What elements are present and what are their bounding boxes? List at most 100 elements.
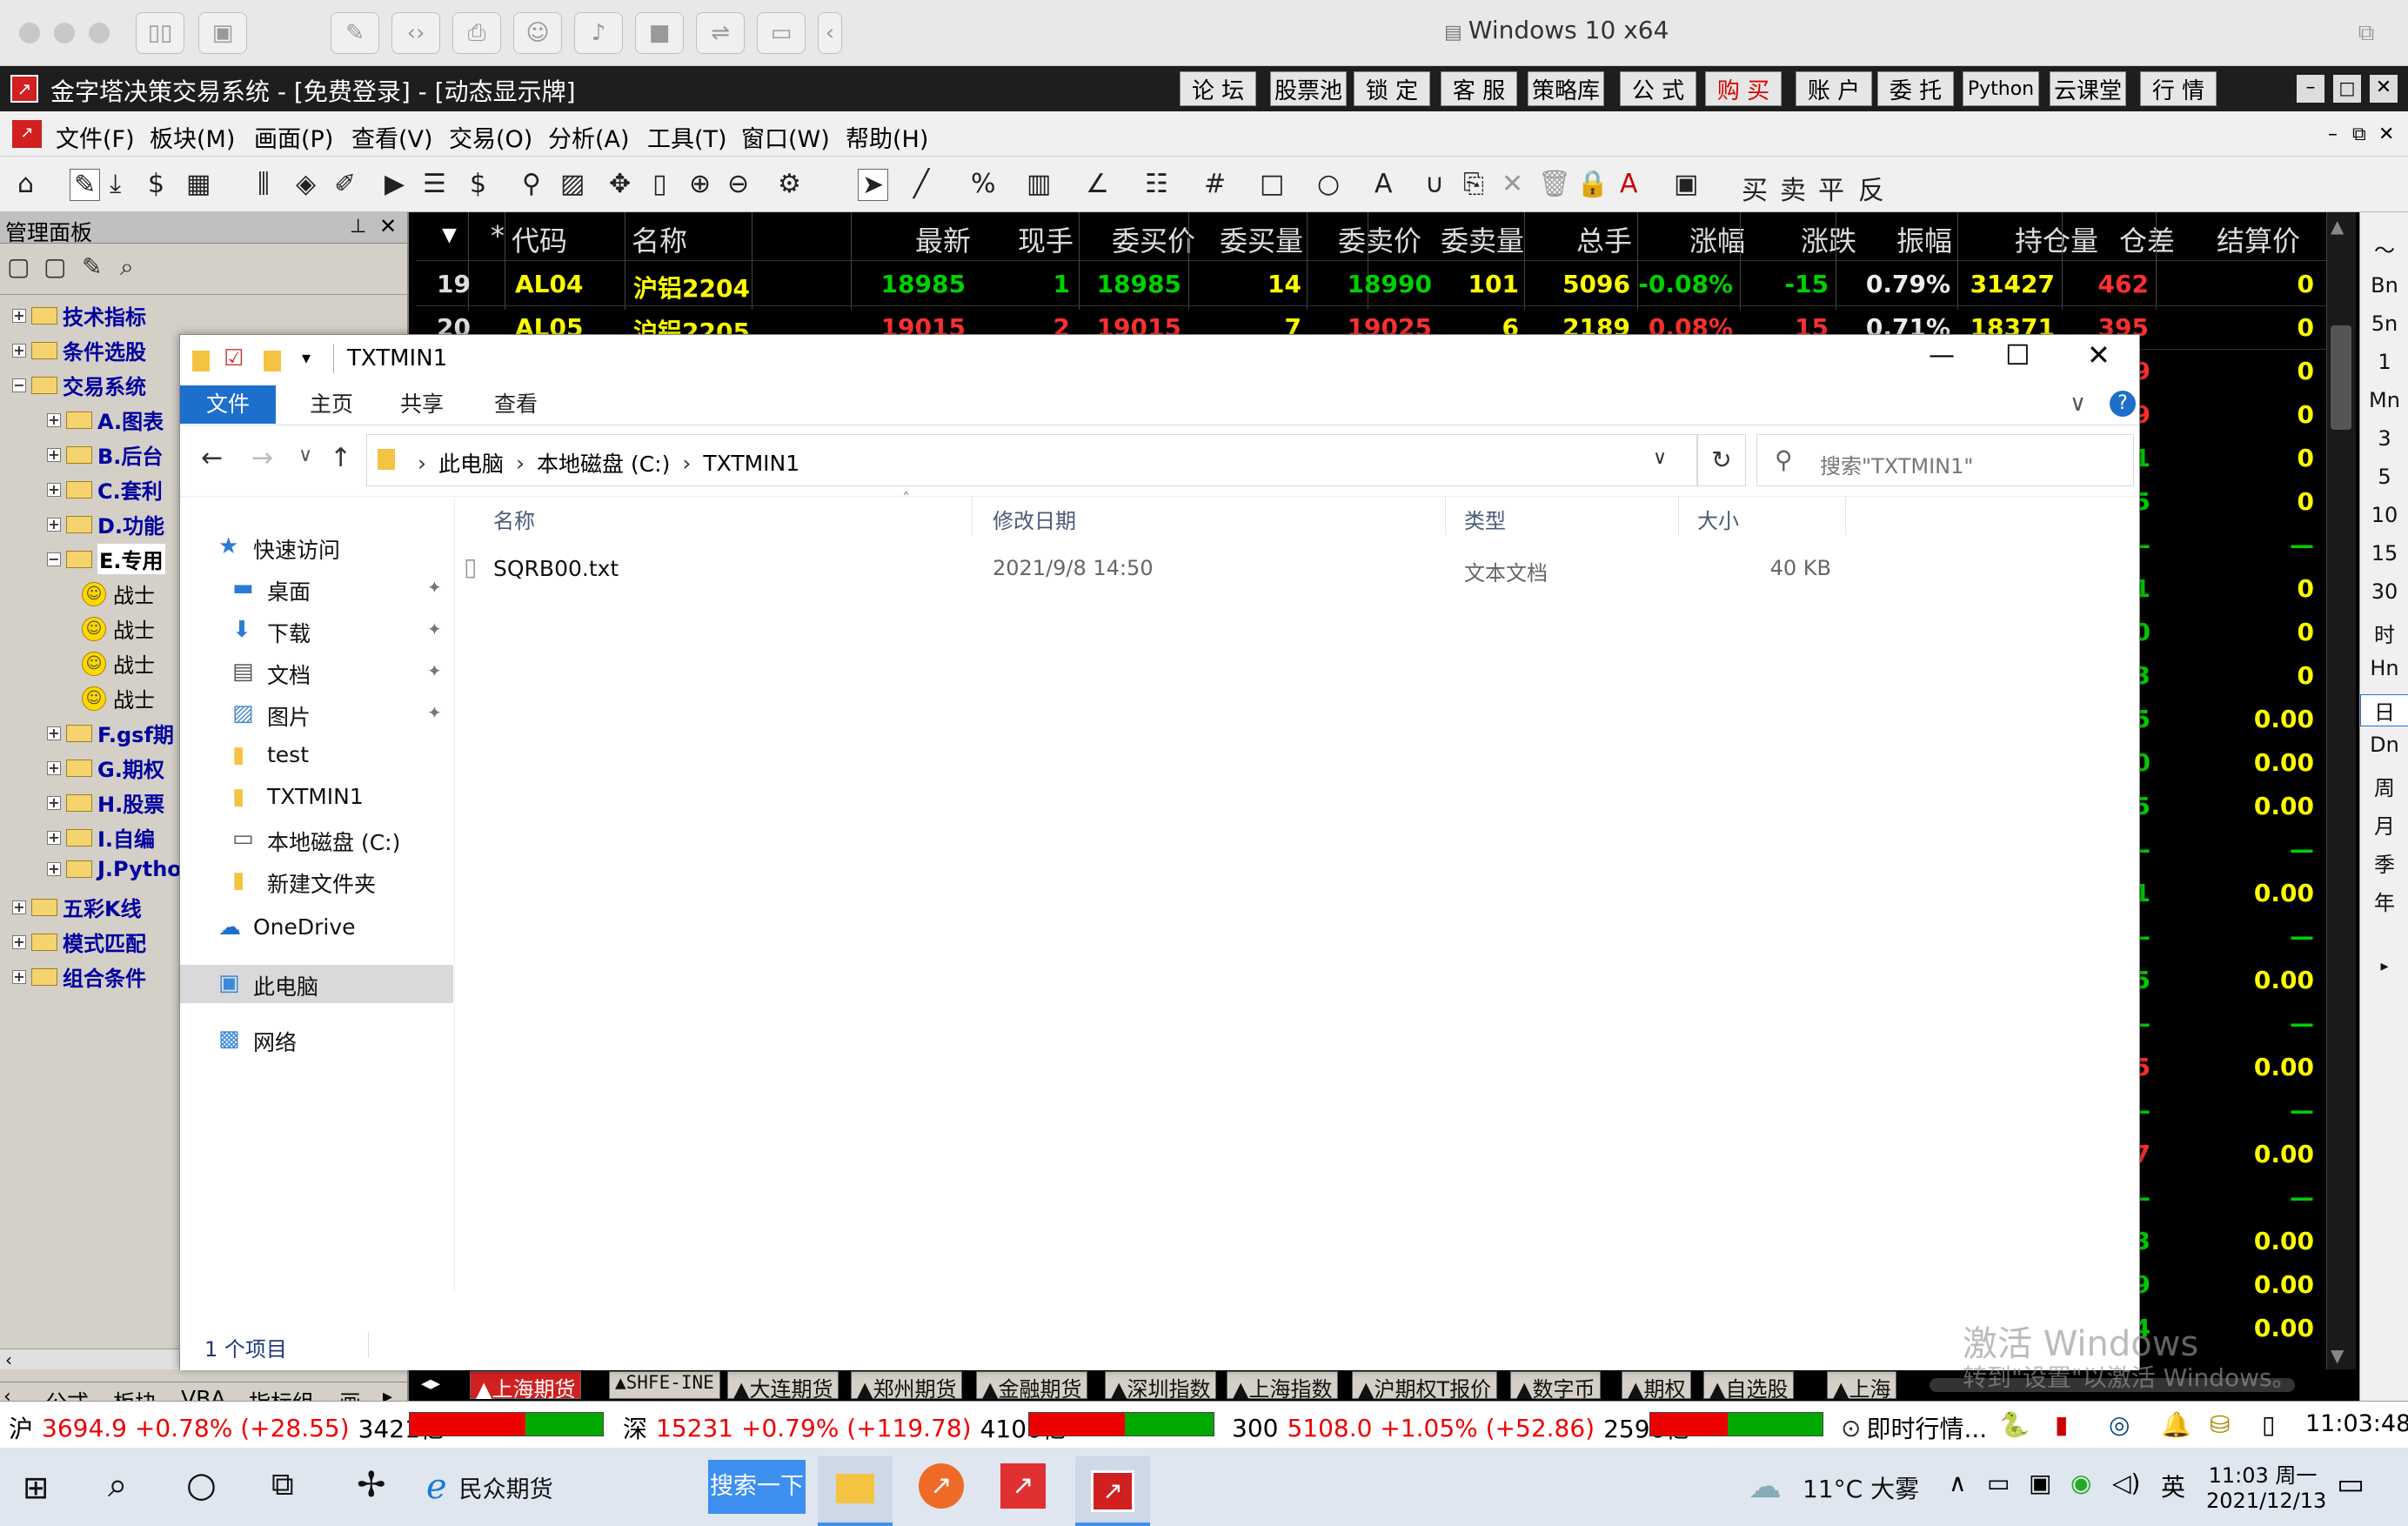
column-header[interactable]: 仓差 bbox=[2119, 219, 2175, 259]
tray-expand-icon[interactable]: ∧ bbox=[1949, 1469, 1967, 1497]
breadcrumb-chevron-icon[interactable]: › bbox=[418, 451, 426, 476]
properties-icon[interactable]: ☑ bbox=[224, 345, 244, 371]
period-button[interactable]: Bn bbox=[2360, 273, 2408, 298]
mdi-restore-icon[interactable]: ⧉ bbox=[2352, 124, 2366, 145]
top-button-1[interactable]: 股票池 bbox=[1270, 71, 1347, 106]
quote-row[interactable]: 19 AL04 沪铝2204 18985 1 18985 14 18990 101 5096 -0.… bbox=[416, 264, 2326, 306]
network-tray-icon[interactable]: ▣ bbox=[2029, 1469, 2051, 1497]
breadcrumb-chevron-icon[interactable]: › bbox=[682, 451, 691, 476]
column-header[interactable]: 名称 bbox=[632, 219, 687, 259]
tree-item[interactable]: + C.套利 bbox=[47, 474, 163, 505]
period-button[interactable]: 月 bbox=[2360, 809, 2408, 840]
zoom-dot[interactable] bbox=[89, 23, 110, 44]
market-tab-3[interactable]: ▲郑州期货 bbox=[851, 1371, 963, 1402]
qat-dropdown-icon[interactable]: ▾ bbox=[302, 347, 311, 368]
column-header[interactable]: 总手 bbox=[1576, 219, 1632, 259]
menu-item-1[interactable]: 板块(M) bbox=[150, 120, 235, 154]
circle-icon[interactable]: ○ bbox=[1317, 169, 1340, 199]
clock[interactable]: 11:03 周一 2021/12/13 bbox=[2206, 1458, 2326, 1513]
sidebar-icon[interactable]: ▯▯ bbox=[136, 12, 184, 54]
task-view-icon[interactable]: ⧉ bbox=[271, 1467, 294, 1503]
nav-item[interactable]: ▤ 文档 ✦ bbox=[180, 653, 453, 692]
period-button[interactable]: Dn bbox=[2360, 733, 2408, 757]
nav-item[interactable]: ★ 快速访问 bbox=[180, 528, 453, 566]
move-icon[interactable]: ✥ bbox=[609, 169, 631, 199]
wrench-icon[interactable]: ✎ bbox=[331, 12, 379, 54]
nav-item[interactable]: ▨ 图片 ✦ bbox=[180, 695, 453, 733]
period-button[interactable]: 季 bbox=[2360, 847, 2408, 878]
pyramid-task-icon[interactable]: ↗ bbox=[1075, 1456, 1150, 1526]
expand-icon[interactable]: + bbox=[47, 862, 61, 876]
text-icon[interactable]: A bbox=[1375, 169, 1393, 199]
tree-item[interactable]: + F.gsf期 bbox=[47, 718, 174, 748]
money-icon[interactable]: $ bbox=[148, 169, 164, 199]
address-bar[interactable]: › 此电脑 › 本地磁盘 (C:) › TXTMIN1 ∨ bbox=[366, 434, 1697, 486]
filter-icon[interactable]: ⚲ bbox=[522, 169, 541, 199]
column-header[interactable]: 涨幅 bbox=[1689, 219, 1745, 259]
market-tab-9[interactable]: ▲期权 bbox=[1622, 1371, 1692, 1402]
expand-icon[interactable]: + bbox=[12, 308, 26, 323]
tree-item[interactable]: + B.后台 bbox=[47, 439, 163, 470]
address-dropdown-icon[interactable]: ∨ bbox=[1653, 447, 1667, 469]
buy-icon[interactable]: 买 bbox=[1742, 169, 1768, 207]
column-header[interactable]: 委买价 bbox=[1112, 219, 1195, 259]
search-box[interactable]: ⚲ 搜索"TXTMIN1" bbox=[1756, 434, 2134, 486]
dropdown-icon[interactable]: ▼ bbox=[442, 224, 457, 246]
weather-text[interactable]: 11°C 大雾 bbox=[1803, 1470, 1919, 1505]
period-button[interactable]: 5 bbox=[2360, 465, 2408, 489]
top-button-0[interactable]: 论 坛 bbox=[1180, 71, 1256, 106]
tree-item[interactable]: ☺ 战士 bbox=[82, 613, 155, 644]
back-arrow-icon[interactable]: ← bbox=[201, 443, 223, 473]
menu-item-6[interactable]: 工具(T) bbox=[647, 120, 727, 154]
delete-icon[interactable]: ✕ bbox=[1502, 169, 1523, 199]
forward-arrow-icon[interactable]: → bbox=[251, 443, 273, 473]
expand-icon[interactable]: + bbox=[47, 482, 61, 497]
c300-index[interactable]: 5108.0 +1.05% (+52.86) bbox=[1287, 1414, 1595, 1442]
tree-item[interactable]: − E.专用 bbox=[47, 544, 165, 574]
edit-icon[interactable]: ✐ bbox=[334, 169, 356, 199]
expand-icon[interactable]: + bbox=[12, 969, 26, 984]
column-header[interactable]: 委卖量 bbox=[1441, 219, 1524, 259]
tree-item[interactable]: + I.自编 bbox=[47, 822, 155, 853]
grid-icon[interactable]: ▦ bbox=[186, 169, 211, 199]
column-header[interactable]: 最新 bbox=[915, 219, 971, 259]
top-button-8[interactable]: 委 托 bbox=[1877, 71, 1954, 106]
search-button[interactable]: 搜索一下 bbox=[708, 1460, 806, 1514]
tree-item[interactable]: + 模式匹配 bbox=[12, 927, 146, 957]
top-button-4[interactable]: 策略库 bbox=[1528, 71, 1604, 106]
menu-item-4[interactable]: 交易(O) bbox=[449, 120, 532, 154]
menu-item-8[interactable]: 帮助(H) bbox=[846, 120, 928, 154]
maximize-icon[interactable]: ☐ bbox=[2005, 338, 2030, 371]
close-icon[interactable]: ✕ bbox=[2370, 75, 2398, 103]
menu-item-2[interactable]: 画面(P) bbox=[254, 120, 333, 154]
period-button[interactable]: 5n bbox=[2360, 311, 2408, 336]
minimize-icon[interactable]: – bbox=[2297, 75, 2324, 103]
percent-icon[interactable]: % bbox=[971, 169, 996, 199]
bar-icon[interactable]: ▯ bbox=[652, 169, 667, 199]
column-header[interactable]: 现手 bbox=[1018, 219, 1074, 259]
sz-index[interactable]: 15231 +0.79% (+119.78) bbox=[656, 1414, 972, 1442]
up-arrow-icon[interactable]: ↑ bbox=[330, 443, 351, 473]
fan-icon[interactable]: ✢ bbox=[357, 1465, 386, 1505]
maximize-icon[interactable]: □ bbox=[2333, 75, 2361, 103]
close-dot[interactable] bbox=[19, 23, 40, 44]
play-icon[interactable]: ▶ bbox=[385, 169, 405, 199]
period-button[interactable]: 30 bbox=[2360, 579, 2408, 604]
python-icon[interactable]: 🐍 bbox=[1999, 1410, 2030, 1439]
expand-icon[interactable]: + bbox=[12, 934, 26, 949]
market-tab-4[interactable]: ▲金融期货 bbox=[976, 1371, 1088, 1402]
pin-icon[interactable]: ✦ bbox=[427, 660, 442, 681]
menu-item-7[interactable]: 窗口(W) bbox=[741, 120, 830, 154]
app-red-icon[interactable]: ↗ bbox=[1000, 1463, 1046, 1509]
windows-start-icon[interactable]: ⊞ bbox=[23, 1470, 49, 1506]
expand-icon[interactable]: + bbox=[47, 760, 61, 775]
collapse-icon[interactable]: ▸ bbox=[2360, 957, 2408, 975]
ie-address[interactable]: 民众期货 bbox=[459, 1470, 553, 1504]
top-button-9[interactable]: Python bbox=[1963, 71, 2039, 106]
zoom-in-icon[interactable]: ⊕ bbox=[689, 169, 711, 199]
tree-item[interactable]: + D.功能 bbox=[47, 509, 164, 539]
cursor-icon[interactable]: ➤ bbox=[858, 169, 889, 201]
tree-item[interactable]: ☺ 战士 bbox=[82, 683, 155, 713]
ruler-icon[interactable]: ▥ bbox=[1027, 169, 1051, 199]
user-icon[interactable]: ☺ bbox=[513, 12, 562, 54]
